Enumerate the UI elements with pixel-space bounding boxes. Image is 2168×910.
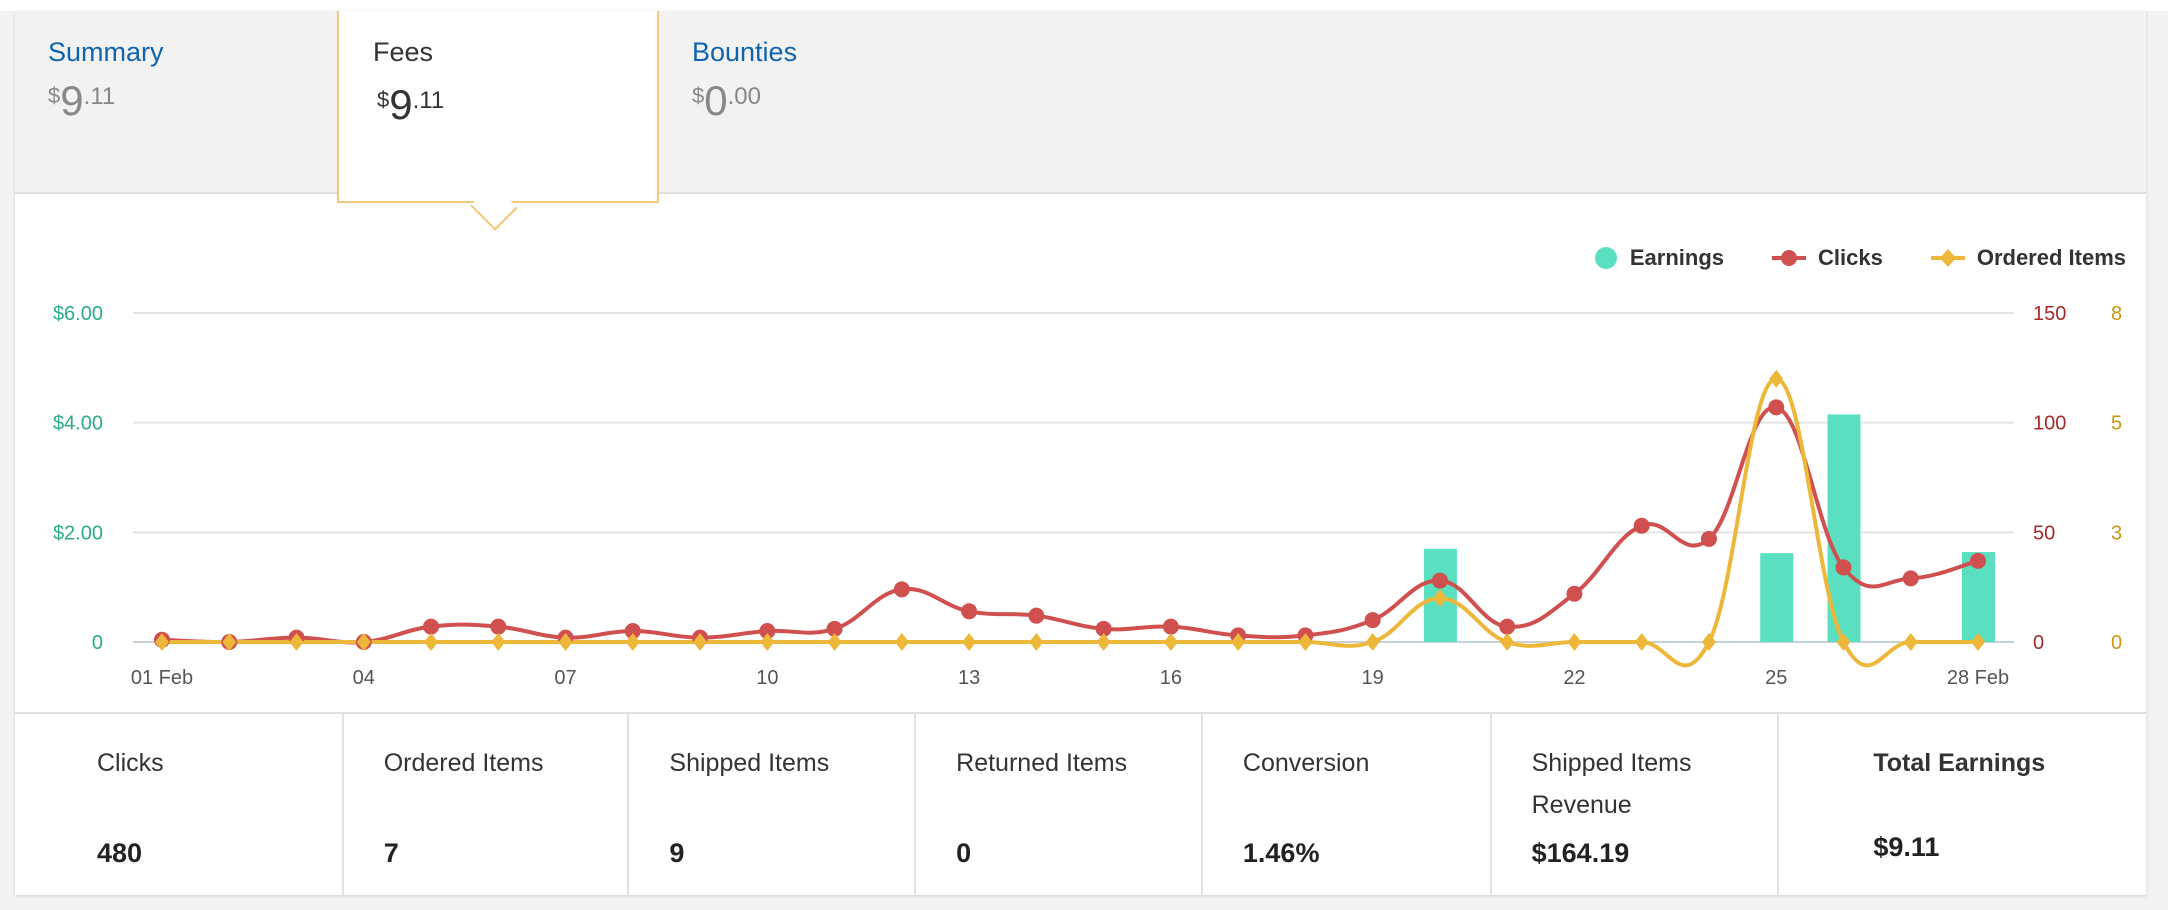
tab-fees[interactable]: Fees $9.11: [337, 11, 659, 231]
x-axis-tick-label: 22: [1563, 667, 1585, 689]
currency-symbol: $: [377, 87, 390, 112]
clicks-line: [161, 405, 1979, 645]
items-axis-tick-label: 0: [2111, 632, 2122, 654]
amount-cents: .11: [412, 87, 445, 114]
ordered-items-point: [1769, 369, 1784, 388]
ordered-items-point: [1029, 633, 1044, 651]
stat-value: $164.19: [1531, 838, 1630, 868]
clicks-point: [1364, 612, 1381, 629]
stat-label: Shipped Items Revenue: [1531, 749, 1692, 819]
clicks-point: [893, 581, 910, 598]
ordered-items-point: [1163, 633, 1178, 651]
x-axis-tick-label: 13: [958, 667, 980, 689]
stat-returned-items: Returned Items 0: [914, 714, 1201, 897]
ordered-items-point: [1634, 633, 1649, 651]
items-axis-tick-label: 5: [2111, 413, 2122, 435]
clicks-point: [1970, 552, 1986, 569]
ordered-items-point: [1096, 633, 1111, 651]
top-strip: [0, 0, 2168, 11]
x-axis-tick-label: 25: [1765, 667, 1787, 689]
stat-total-earnings: Total Earnings $9.11: [1777, 714, 2146, 897]
ordered-items-point: [1500, 633, 1515, 651]
x-axis-tick-label: 19: [1362, 667, 1384, 689]
earnings-bar: [1760, 553, 1794, 642]
left-axis-tick-label: 0: [92, 632, 103, 654]
stat-label: Conversion: [1242, 749, 1370, 777]
stat-label: Ordered Items: [383, 749, 544, 777]
stat-value: 1.46%: [1242, 838, 1320, 868]
items-axis-tick-label: 3: [2111, 522, 2122, 544]
ordered-items-point: [1365, 633, 1380, 651]
ordered-items-point: [827, 633, 842, 651]
clicks-point: [1700, 530, 1717, 547]
stat-value: 9: [669, 838, 685, 868]
clicks-axis-tick-label: 150: [2033, 303, 2066, 325]
earnings-report-card: Summary $9.11 Fees $9.11 Bounties $0.00 …: [15, 11, 2146, 897]
stat-value: 0: [956, 838, 972, 868]
earnings-chart: 0 $2.00 $4.00 $6.00 0 50 100 150 0 3 5 8 01 Feb 04 07 1…: [53, 303, 2122, 689]
clicks-point: [1768, 399, 1785, 416]
stat-label: Shipped Items: [669, 749, 830, 777]
clicks-point: [1566, 585, 1583, 602]
stat-value: 480: [97, 838, 143, 868]
clicks-axis-tick-label: 100: [2033, 413, 2066, 435]
clicks-point: [961, 603, 978, 620]
x-axis-tick-label: 28 Feb: [1947, 667, 2009, 689]
clicks-point: [1835, 559, 1852, 576]
tab-amount: $9.11: [377, 81, 444, 129]
clicks-point: [1162, 618, 1179, 635]
clicks-point: [1028, 607, 1045, 624]
stats-row: Clicks 480 Ordered Items 7 Shipped Items 9 …: [15, 712, 2146, 897]
clicks-point: [1499, 618, 1516, 635]
left-axis-tick-label: $2.00: [53, 522, 103, 544]
ordered-items-point: [1567, 633, 1582, 651]
x-axis-tick-label: 16: [1160, 667, 1182, 689]
tab-label[interactable]: Fees: [373, 37, 433, 68]
stat-label: Returned Items: [956, 749, 1128, 777]
left-axis-tick-label: $4.00: [53, 413, 103, 435]
stat-value: 7: [383, 838, 399, 868]
stat-ordered-items: Ordered Items 7: [341, 714, 628, 897]
ordered-items-point: [962, 633, 977, 651]
clicks-point: [1431, 572, 1448, 589]
ordered-items-point: [491, 633, 506, 651]
ordered-items-point: [1903, 633, 1918, 651]
amount-whole: 9: [389, 81, 413, 128]
clicks-point: [1633, 517, 1650, 534]
stat-shipped-revenue: Shipped Items Revenue $164.19: [1489, 714, 1778, 897]
stat-shipped-items: Shipped Items 9: [627, 714, 914, 897]
clicks-axis-tick-label: 0: [2033, 632, 2044, 654]
stat-value: $9.11: [1873, 832, 1940, 862]
x-axis-tick-label: 10: [756, 667, 778, 689]
clicks-point: [423, 618, 440, 635]
items-axis-tick-label: 8: [2111, 303, 2122, 325]
x-axis-tick-label: 04: [353, 667, 375, 689]
ordered-items-point: [894, 633, 909, 651]
stat-label: Total Earnings: [1873, 749, 2046, 777]
clicks-axis-tick-label: 50: [2033, 522, 2055, 544]
x-axis-tick-label: 07: [554, 667, 576, 689]
left-axis-tick-label: $6.00: [53, 303, 103, 325]
ordered-items-point: [424, 633, 439, 651]
stat-label: Clicks: [97, 749, 164, 777]
clicks-point: [1902, 570, 1919, 587]
stat-clicks: Clicks 480: [15, 714, 342, 897]
clicks-point: [490, 618, 507, 635]
stat-conversion: Conversion 1.46%: [1200, 714, 1490, 897]
x-axis-tick-label: 01 Feb: [131, 667, 193, 689]
